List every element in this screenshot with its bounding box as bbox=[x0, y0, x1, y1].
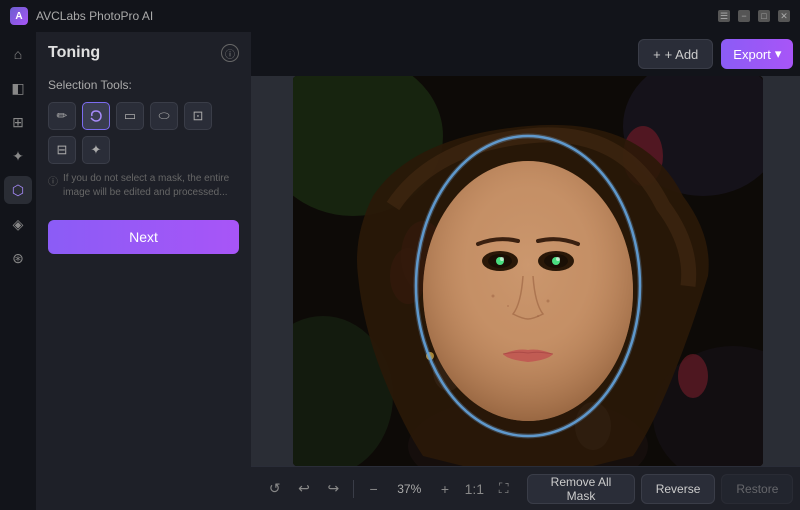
face-image bbox=[293, 76, 763, 466]
bottom-toolbar: ↺ ↩ ↪ − 37% + 1:1 ⛶ Remove All Mask Reve… bbox=[251, 466, 800, 510]
fit-btn[interactable]: ⛶ bbox=[492, 475, 515, 503]
selection-tools-label: Selection Tools: bbox=[48, 78, 239, 92]
app-logo: A bbox=[10, 7, 28, 25]
canvas-area[interactable] bbox=[251, 76, 800, 466]
one-to-one-btn[interactable]: 1:1 bbox=[463, 475, 486, 503]
app-name: AVCLabs PhotoPro AI bbox=[36, 9, 718, 23]
right-panel: + + Add Export ▾ bbox=[251, 32, 800, 510]
window-controls[interactable]: ☰ − □ ✕ bbox=[718, 10, 790, 22]
undo-btn[interactable]: ↩ bbox=[292, 475, 315, 503]
hint-row: ⓘ If you do not select a mask, the entir… bbox=[48, 172, 239, 200]
ellipse-tool-btn[interactable]: ⬭ bbox=[150, 102, 178, 130]
sidebar-header: Toning ⓘ bbox=[48, 44, 239, 62]
icon-bar: ⌂ ◧ ⊞ ✦ ⬡ ◈ ⊛ bbox=[0, 32, 36, 510]
add-icon: + bbox=[653, 47, 661, 62]
restore-btn[interactable]: Restore bbox=[721, 474, 793, 504]
selection-tools-row: ✏ ▭ ⬭ ⊡ ⊟ ✦ bbox=[48, 102, 239, 164]
sidebar: Toning ⓘ Selection Tools: ✏ ▭ ⬭ ⊡ ⊟ ✦ ⓘ … bbox=[36, 32, 251, 510]
magic-tool-btn[interactable]: ✦ bbox=[82, 136, 110, 164]
export-chevron-icon: ▾ bbox=[775, 46, 782, 62]
hint-info-icon: ⓘ bbox=[48, 173, 58, 188]
zoom-level: 37% bbox=[391, 482, 427, 496]
iconbar-adjust[interactable]: ◈ bbox=[4, 210, 32, 238]
minimize-btn[interactable]: − bbox=[738, 10, 750, 22]
info-icon[interactable]: ⓘ bbox=[221, 44, 239, 62]
iconbar-home[interactable]: ⌂ bbox=[4, 40, 32, 68]
iconbar-layers[interactable]: ◧ bbox=[4, 74, 32, 102]
maximize-btn[interactable]: □ bbox=[758, 10, 770, 22]
image-container bbox=[293, 76, 763, 466]
iconbar-brush[interactable]: ⬡ bbox=[4, 176, 32, 204]
iconbar-grid[interactable]: ⊞ bbox=[4, 108, 32, 136]
close-btn[interactable]: ✕ bbox=[778, 10, 790, 22]
redo-btn[interactable]: ↪ bbox=[322, 475, 345, 503]
remove-all-mask-btn[interactable]: Remove All Mask bbox=[527, 474, 634, 504]
add-button[interactable]: + + Add bbox=[638, 39, 713, 69]
sidebar-title: Toning bbox=[48, 44, 100, 62]
pen-tool-btn[interactable]: ✏ bbox=[48, 102, 76, 130]
titlebar: A AVCLabs PhotoPro AI ☰ − □ ✕ bbox=[0, 0, 800, 32]
export-label: Export bbox=[733, 47, 771, 62]
iconbar-more[interactable]: ⊛ bbox=[4, 244, 32, 272]
mask-tool-btn[interactable]: ⊟ bbox=[48, 136, 76, 164]
one-to-one-label: 1:1 bbox=[465, 481, 484, 497]
export-button[interactable]: Export ▾ bbox=[721, 39, 793, 69]
next-button[interactable]: Next bbox=[48, 220, 239, 254]
zoom-in-btn[interactable]: + bbox=[433, 475, 456, 503]
rotate-left-btn[interactable]: ↺ bbox=[263, 475, 286, 503]
add-label: + Add bbox=[665, 47, 699, 62]
header-bar: + + Add Export ▾ bbox=[251, 32, 800, 76]
rect-tool-btn[interactable]: ▭ bbox=[116, 102, 144, 130]
main-layout: ⌂ ◧ ⊞ ✦ ⬡ ◈ ⊛ Toning ⓘ Selection Tools: … bbox=[0, 32, 800, 510]
face-background bbox=[293, 76, 763, 466]
menu-btn[interactable]: ☰ bbox=[718, 10, 730, 22]
toolbar-divider-1 bbox=[353, 480, 354, 498]
hint-text: If you do not select a mask, the entire … bbox=[63, 172, 239, 200]
iconbar-puzzle[interactable]: ✦ bbox=[4, 142, 32, 170]
content-area: ↺ ↩ ↪ − 37% + 1:1 ⛶ Remove All Mask Reve… bbox=[251, 76, 800, 510]
zoom-out-btn[interactable]: − bbox=[362, 475, 385, 503]
reverse-btn[interactable]: Reverse bbox=[641, 474, 716, 504]
lasso-tool-btn[interactable] bbox=[82, 102, 110, 130]
image-tool-btn[interactable]: ⊡ bbox=[184, 102, 212, 130]
